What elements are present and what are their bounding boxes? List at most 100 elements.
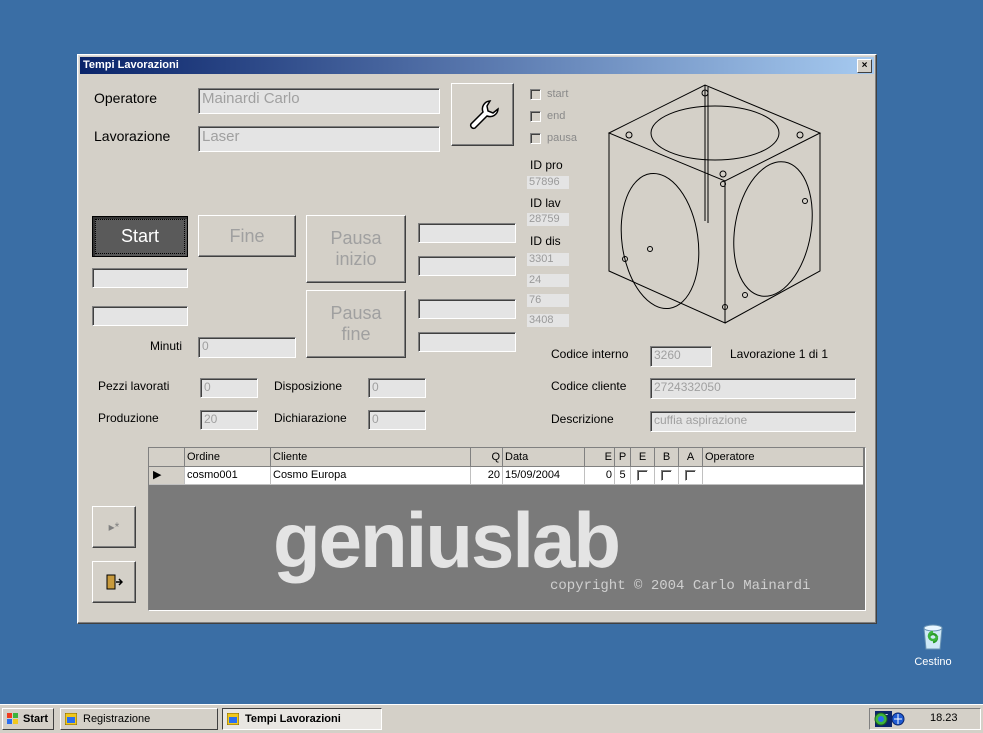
start-button[interactable]: Start (92, 216, 188, 257)
internet-globe-icon[interactable] (891, 712, 905, 726)
end-time-field[interactable] (92, 306, 188, 326)
network-icon[interactable] (874, 712, 888, 726)
pezzi-lavorati-field[interactable]: 0 (200, 378, 258, 398)
col-data[interactable]: Data (503, 448, 585, 466)
app-window-icon (227, 713, 239, 725)
pausa-inizio-line2: inizio (335, 249, 377, 269)
col-p[interactable]: P (615, 448, 631, 466)
pausa-fine-line2: fine (341, 324, 371, 344)
close-button[interactable]: × (857, 59, 872, 73)
cell-cliente[interactable]: Cosmo Europa (271, 467, 471, 484)
pezzi-lavorati-label: Pezzi lavorati (98, 379, 170, 393)
exit-button[interactable] (92, 561, 136, 603)
cell-e1[interactable]: 0 (585, 467, 615, 484)
cell-operatore[interactable] (703, 467, 863, 484)
pausa-fine-field-2[interactable] (418, 332, 516, 352)
wrench-icon (469, 99, 499, 129)
part-drawing-image (605, 81, 827, 327)
cell-q[interactable]: 20 (471, 467, 503, 484)
pausa-inizio-button[interactable]: Pausa inizio (306, 215, 406, 283)
cell-e2-checkbox[interactable] (637, 470, 648, 481)
window-title: Tempi Lavorazioni (83, 59, 179, 71)
id-dis-value-4: 3408 (527, 314, 569, 327)
start-label: Start (23, 713, 49, 725)
cell-ordine[interactable]: cosmo001 (185, 467, 271, 484)
cell-p[interactable]: 5 (615, 467, 631, 484)
start-checkbox[interactable] (530, 89, 541, 100)
grid-header: Ordine Cliente Q Data E P E B A Operator… (149, 448, 863, 467)
operatore-field[interactable]: Mainardi Carlo (198, 88, 440, 114)
start-time-field[interactable] (92, 268, 188, 288)
operatore-label: Operatore (94, 90, 158, 106)
task-registrazione[interactable]: Registrazione (60, 708, 218, 730)
codice-interno-label: Codice interno (551, 347, 629, 361)
new-record-button[interactable]: ▸* (92, 506, 136, 548)
dichiarazione-field[interactable]: 0 (368, 410, 426, 430)
cell-b-checkbox[interactable] (661, 470, 672, 481)
minuti-field[interactable]: 0 (198, 337, 296, 358)
descrizione-field[interactable]: cuffia aspirazione (650, 411, 856, 432)
pausa-checkbox[interactable] (530, 133, 541, 144)
col-ordine[interactable]: Ordine (185, 448, 271, 466)
codice-cliente-label: Codice cliente (551, 379, 627, 393)
app-window-icon (65, 713, 77, 725)
pausa-checkbox-label: pausa (547, 132, 577, 144)
taskbar: Start Registrazione Tempi Lavorazioni IT… (0, 704, 983, 733)
produzione-label: Produzione (98, 411, 159, 425)
id-lav-value: 28759 (527, 213, 569, 226)
id-pro-value: 57896 (527, 176, 569, 189)
col-q[interactable]: Q (471, 448, 503, 466)
id-dis-value-3: 76 (527, 294, 569, 307)
codice-cliente-field[interactable]: 2724332050 (650, 378, 856, 399)
task-registrazione-label: Registrazione (83, 713, 151, 725)
task-tempi-lavorazioni[interactable]: Tempi Lavorazioni (222, 708, 382, 730)
pausa-fine-field-1[interactable] (418, 299, 516, 319)
settings-wrench-button[interactable] (451, 83, 514, 146)
current-row-indicator-icon: ▶ (149, 467, 185, 484)
system-tray: 18.23 (869, 708, 981, 730)
lavorazione-counter: Lavorazione 1 di 1 (730, 347, 829, 361)
lavorazione-label: Lavorazione (94, 128, 171, 144)
dichiarazione-label: Dichiarazione (274, 411, 347, 425)
copyright-text: copyright © 2004 Carlo Mainardi (550, 578, 811, 594)
produzione-field[interactable]: 20 (200, 410, 258, 430)
orders-grid: Ordine Cliente Q Data E P E B A Operator… (148, 447, 866, 611)
cell-data[interactable]: 15/09/2004 (503, 467, 585, 484)
cell-a-checkbox[interactable] (685, 470, 696, 481)
cell-e2[interactable] (631, 467, 655, 484)
task-tempi-lavorazioni-label: Tempi Lavorazioni (245, 713, 341, 725)
clock[interactable]: 18.23 (930, 712, 958, 724)
col-operatore[interactable]: Operatore (703, 448, 863, 466)
end-checkbox[interactable] (530, 111, 541, 122)
col-e2[interactable]: E (631, 448, 655, 466)
codice-interno-field[interactable]: 3260 (650, 346, 712, 367)
id-lav-label: ID lav (530, 196, 561, 210)
col-cliente[interactable]: Cliente (271, 448, 471, 466)
exit-door-icon (106, 574, 123, 590)
cell-b[interactable] (655, 467, 679, 484)
id-dis-value-2: 24 (527, 274, 569, 287)
minuti-label: Minuti (150, 339, 183, 353)
table-row[interactable]: ▶ cosmo001 Cosmo Europa 20 15/09/2004 0 … (149, 467, 863, 485)
col-b[interactable]: B (655, 448, 679, 466)
pausa-inizio-field-2[interactable] (418, 256, 516, 276)
col-e1[interactable]: E (585, 448, 615, 466)
tempi-lavorazioni-window: Tempi Lavorazioni × Operatore Mainardi C… (77, 54, 877, 624)
pausa-fine-line1: Pausa (330, 303, 382, 323)
pausa-inizio-field-1[interactable] (418, 223, 516, 243)
start-menu-button[interactable]: Start (2, 708, 54, 730)
geniuslab-logo: geniuslab (273, 496, 621, 584)
pausa-fine-button[interactable]: Pausa fine (306, 290, 406, 358)
row-selector-header (149, 448, 185, 466)
recycle-bin-desktop-icon[interactable]: Cestino (908, 620, 958, 668)
lavorazione-field[interactable]: Laser (198, 126, 440, 152)
col-a[interactable]: A (679, 448, 703, 466)
cell-a[interactable] (679, 467, 703, 484)
pausa-inizio-line1: Pausa (330, 228, 382, 248)
descrizione-label: Descrizione (551, 412, 614, 426)
new-record-icon: ▸* (108, 520, 120, 534)
recycle-bin-icon (917, 620, 949, 652)
disposizione-field[interactable]: 0 (368, 378, 426, 398)
title-bar[interactable]: Tempi Lavorazioni × (80, 57, 874, 74)
fine-button[interactable]: Fine (198, 215, 296, 257)
